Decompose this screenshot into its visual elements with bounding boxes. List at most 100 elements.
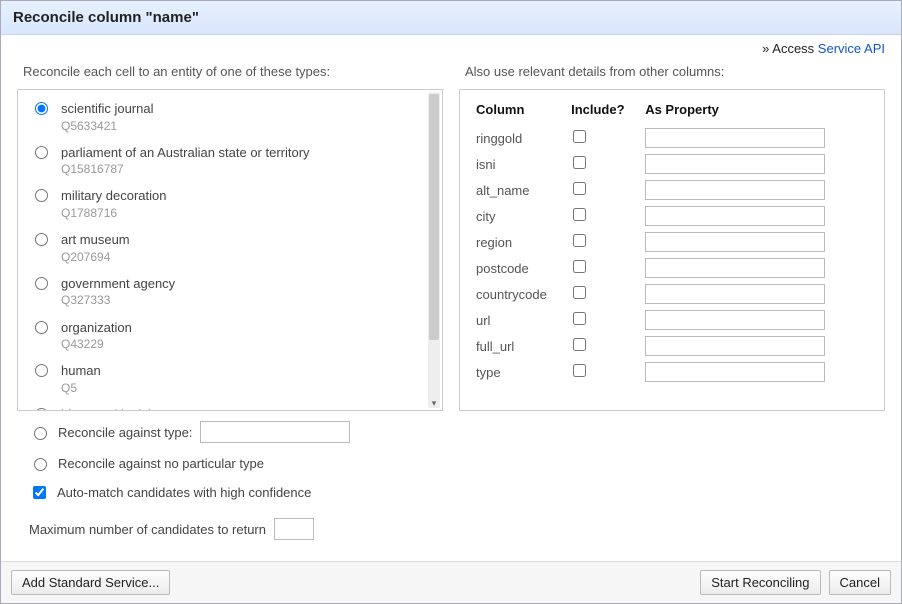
reconcile-against-type-radio[interactable] [34,427,47,440]
include-checkbox[interactable] [573,130,586,143]
header-include: Include? [569,100,643,125]
asprop-input[interactable] [645,128,825,148]
table-row: isni [474,151,870,177]
asprop-cell [643,125,870,151]
type-list[interactable]: scientific journalQ5633421 parliament of … [18,90,428,410]
include-cell [569,281,643,307]
type-text: scientific journalQ5633421 [61,100,154,134]
column-name: ringgold [474,125,569,151]
include-checkbox[interactable] [573,182,586,195]
column-name: postcode [474,255,569,281]
header-asprop: As Property [643,100,870,125]
column-name: region [474,229,569,255]
column-name: isni [474,151,569,177]
column-name: full_url [474,333,569,359]
table-row: countrycode [474,281,870,307]
asprop-input[interactable] [645,362,825,382]
automatch-checkbox[interactable] [33,486,46,499]
type-id: Q5 [61,380,101,396]
reconcile-against-type-input[interactable] [200,421,350,443]
include-cell [569,333,643,359]
type-id: Q5633421 [61,118,154,134]
no-particular-type-radio[interactable] [34,458,47,471]
add-standard-service-button[interactable]: Add Standard Service... [11,570,170,595]
scrollbar[interactable]: ▾ [428,92,440,408]
asprop-cell [643,177,870,203]
type-name: art museum [61,231,130,249]
access-row: » Access Service API [1,35,901,58]
include-checkbox[interactable] [573,286,586,299]
type-radio[interactable] [35,408,48,410]
asprop-input[interactable] [645,284,825,304]
include-cell [569,359,643,385]
columns-box: Column Include? As Property ringgoldisni… [459,89,885,411]
type-text: bicameral legislatureQ189445 [61,406,180,410]
type-item[interactable]: organizationQ43229 [30,319,422,353]
dialog-title: Reconcile column "name" [1,1,901,35]
reconcile-against-type-label: Reconcile against type: [58,425,192,440]
type-radio[interactable] [35,277,48,290]
asprop-input[interactable] [645,258,825,278]
reconcile-against-type-row: Reconcile against type: [29,421,437,443]
type-id: Q1788716 [61,205,167,221]
type-item[interactable]: government agencyQ327333 [30,275,422,309]
no-particular-type-row: Reconcile against no particular type [29,455,437,471]
asprop-input[interactable] [645,206,825,226]
table-row: url [474,307,870,333]
scrollbar-thumb[interactable] [429,94,439,340]
column-name: url [474,307,569,333]
type-list-container: scientific journalQ5633421 parliament of … [17,89,443,411]
access-prefix: » Access [762,41,818,56]
start-reconciling-button[interactable]: Start Reconciling [700,570,820,595]
scroll-down-icon[interactable]: ▾ [428,398,440,408]
type-radio[interactable] [35,189,48,202]
type-id: Q43229 [61,336,132,352]
include-checkbox[interactable] [573,364,586,377]
column-name: city [474,203,569,229]
include-checkbox[interactable] [573,156,586,169]
max-candidates-input[interactable] [274,518,314,540]
cancel-button[interactable]: Cancel [829,570,891,595]
include-cell [569,177,643,203]
type-id: Q207694 [61,249,130,265]
type-radio[interactable] [35,321,48,334]
type-item[interactable]: humanQ5 [30,362,422,396]
asprop-input[interactable] [645,232,825,252]
table-row: full_url [474,333,870,359]
asprop-input[interactable] [645,154,825,174]
include-cell [569,125,643,151]
include-checkbox[interactable] [573,208,586,221]
type-name: human [61,362,101,380]
type-item[interactable]: bicameral legislatureQ189445 [30,406,422,410]
type-item[interactable]: military decorationQ1788716 [30,187,422,221]
right-column: Also use relevant details from other col… [459,58,885,553]
type-radio[interactable] [35,364,48,377]
type-radio[interactable] [35,233,48,246]
include-cell [569,255,643,281]
type-item[interactable]: art museumQ207694 [30,231,422,265]
automatch-row: Auto-match candidates with high confiden… [29,483,437,502]
include-checkbox[interactable] [573,234,586,247]
dialog-footer: Add Standard Service... Start Reconcilin… [1,561,901,603]
type-item[interactable]: scientific journalQ5633421 [30,100,422,134]
asprop-input[interactable] [645,336,825,356]
include-checkbox[interactable] [573,338,586,351]
type-name: bicameral legislature [61,406,180,410]
asprop-input[interactable] [645,180,825,200]
columns-table: Column Include? As Property ringgoldisni… [474,100,870,385]
type-item[interactable]: parliament of an Australian state or ter… [30,144,422,178]
type-text: humanQ5 [61,362,101,396]
asprop-input[interactable] [645,310,825,330]
left-column: Reconcile each cell to an entity of one … [17,58,443,553]
type-name: organization [61,319,132,337]
column-name: countrycode [474,281,569,307]
left-label: Reconcile each cell to an entity of one … [23,64,443,79]
dialog-content: Reconcile each cell to an entity of one … [1,58,901,561]
type-id: Q327333 [61,292,175,308]
include-checkbox[interactable] [573,312,586,325]
type-name: parliament of an Australian state or ter… [61,144,310,162]
include-checkbox[interactable] [573,260,586,273]
type-radio[interactable] [35,146,48,159]
service-api-link[interactable]: Service API [818,41,885,56]
type-radio[interactable] [35,102,48,115]
